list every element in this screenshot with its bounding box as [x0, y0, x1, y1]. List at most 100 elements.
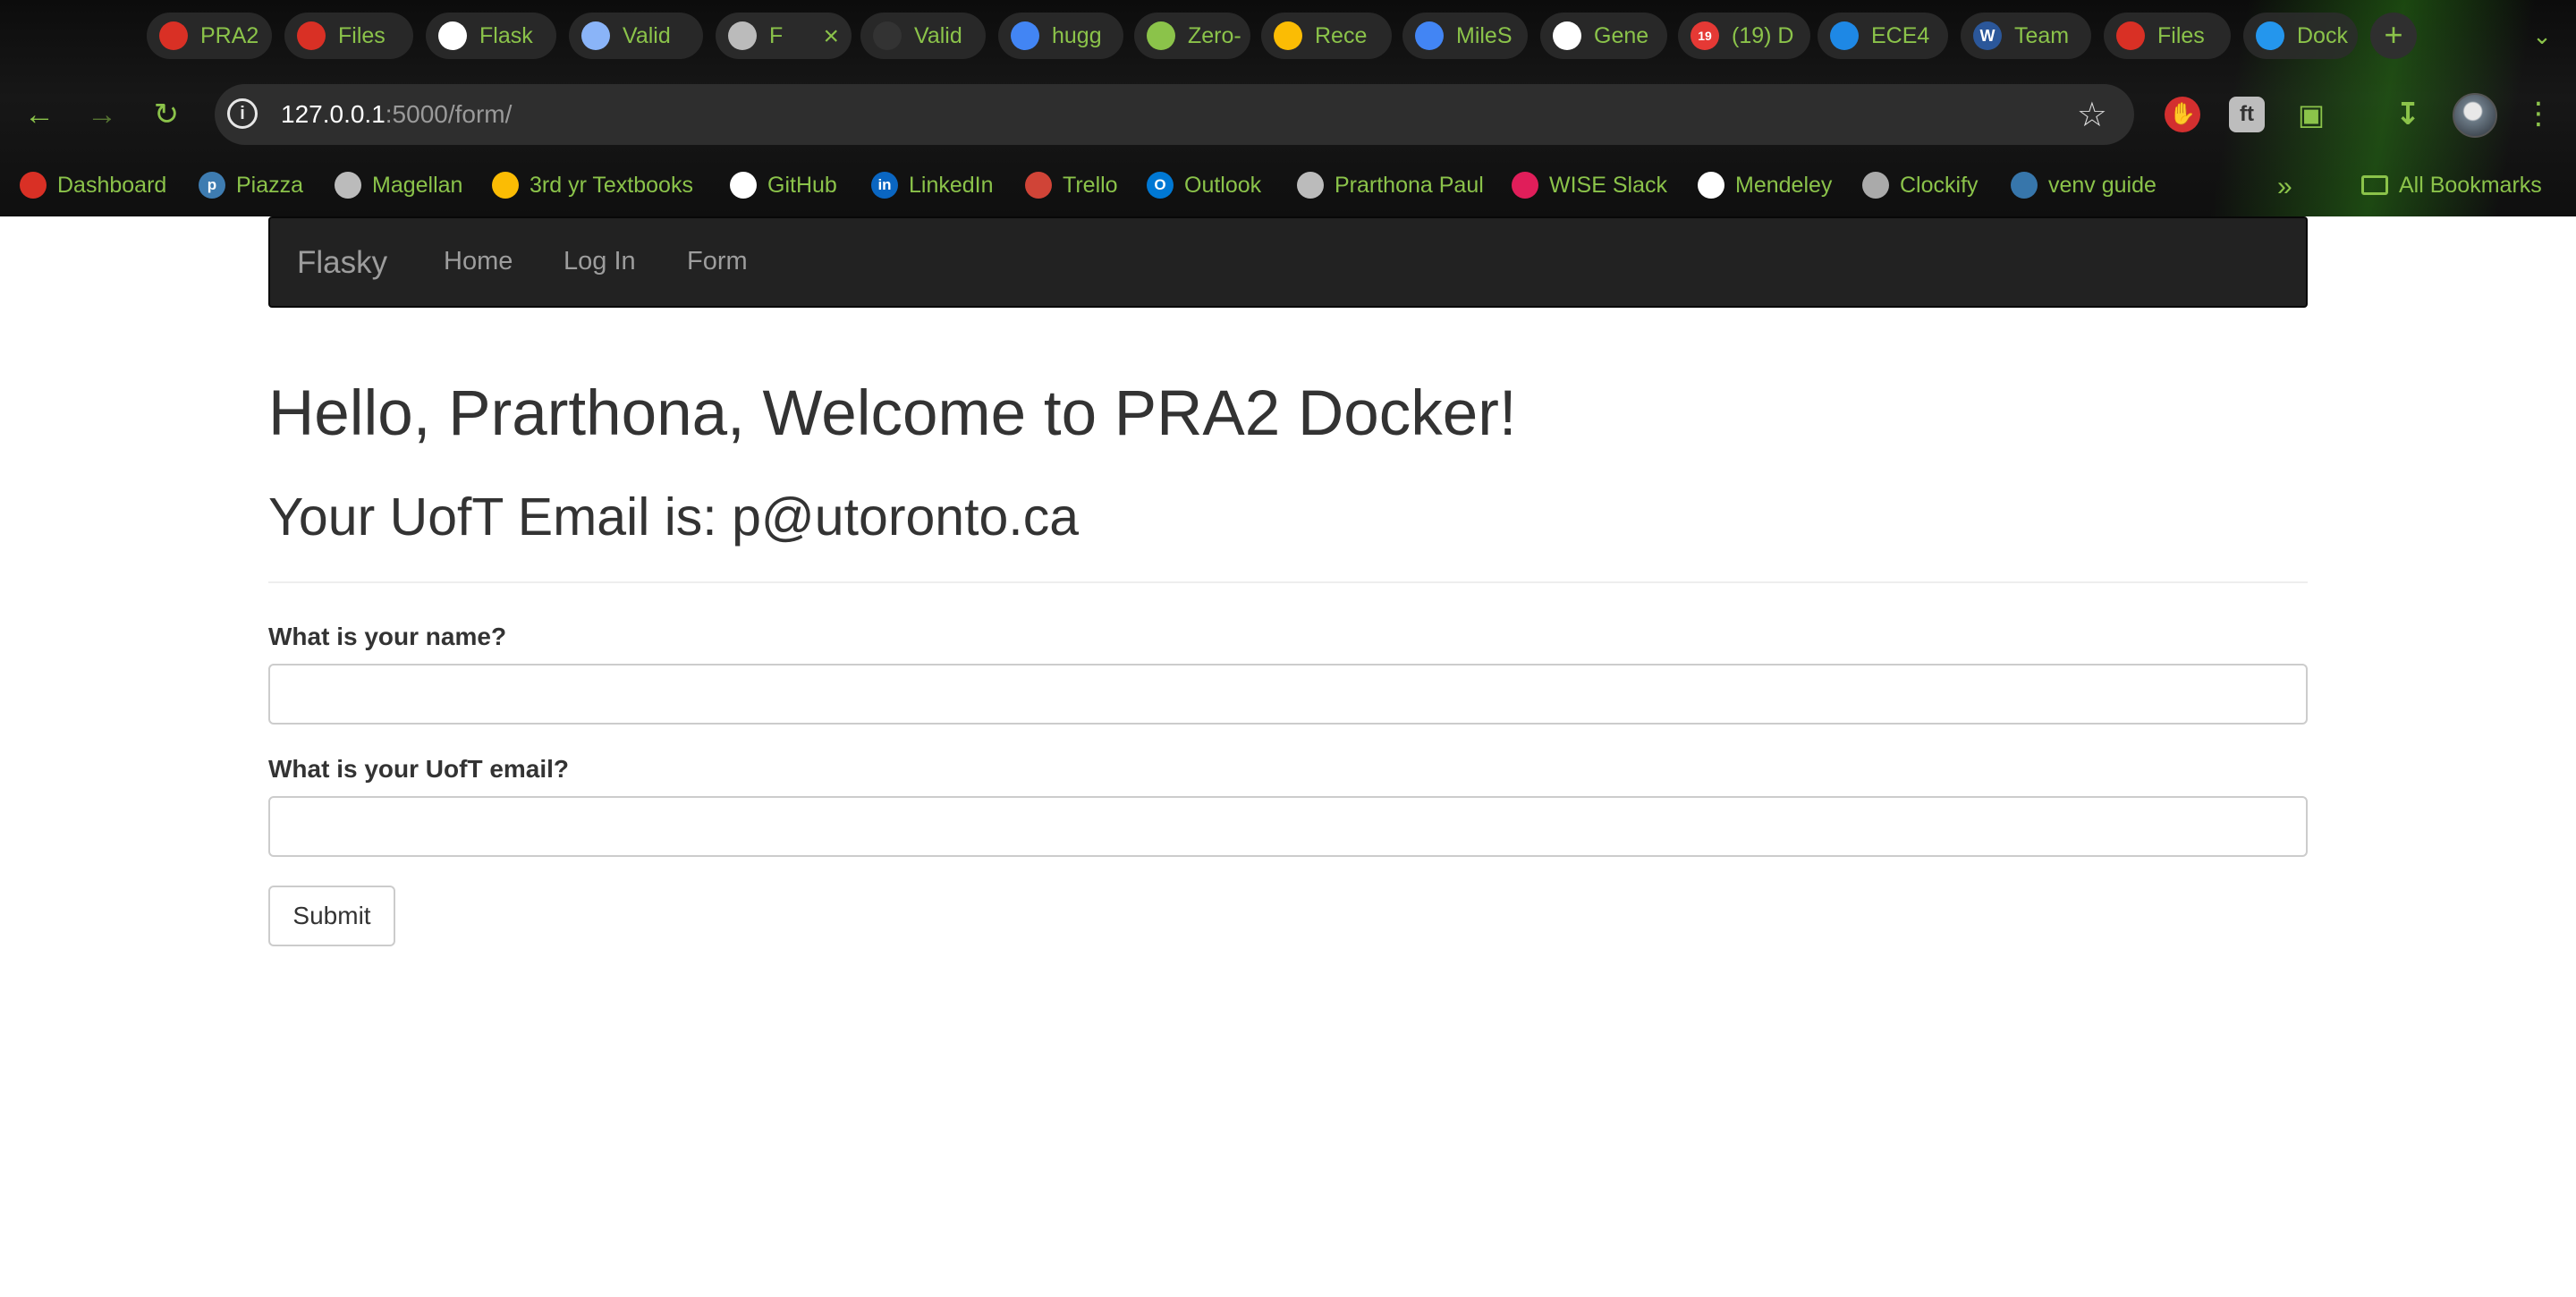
browser-tab[interactable]: Rece: [1261, 13, 1392, 59]
browser-tab[interactable]: Gene: [1540, 13, 1667, 59]
new-tab-button[interactable]: +: [2370, 13, 2417, 59]
bookmark-item[interactable]: O Outlook: [1147, 168, 1261, 202]
bookmark-label: Dashboard: [57, 172, 167, 198]
tab-title: ECE4: [1871, 22, 1930, 48]
nav-link-login[interactable]: Log In: [564, 247, 636, 276]
tab-title: Files: [2157, 22, 2205, 48]
browser-tab[interactable]: W Team: [1961, 13, 2091, 59]
bookmark-label: Mendeley: [1735, 172, 1833, 198]
divider: [268, 581, 2308, 583]
slack-icon: [1512, 172, 1538, 199]
bookmark-label: 3rd yr Textbooks: [530, 172, 693, 198]
browser-tab[interactable]: Files: [2104, 13, 2231, 59]
tab-strip: PRA2 Files Flask Valid F × Valid hugg Zero- Rece M…: [0, 0, 2576, 72]
bookmark-label: WISE Slack: [1549, 172, 1667, 198]
web-page: Flasky Home Log In Form Hello, Prarthona…: [0, 216, 2576, 1297]
bookmark-label: Piazza: [236, 172, 304, 198]
bookmark-item[interactable]: 3rd yr Textbooks: [492, 168, 693, 202]
url-host: 127.0.0.1: [281, 100, 386, 128]
tab-title: Team: [2014, 22, 2070, 48]
url-path: :5000/form/: [385, 100, 513, 128]
bookmark-item[interactable]: Trello: [1025, 168, 1118, 202]
bookmark-item[interactable]: Prarthona Paul: [1297, 168, 1484, 202]
bookmark-item[interactable]: Dashboard: [20, 168, 166, 202]
browser-tab[interactable]: Dock: [2243, 13, 2358, 59]
bookmark-item[interactable]: in LinkedIn: [871, 168, 994, 202]
bookmark-label: Prarthona Paul: [1335, 172, 1484, 198]
tab-title: (19) D: [1732, 22, 1794, 48]
uoft-crest-icon: [159, 21, 188, 50]
bookmark-star-icon[interactable]: ☆: [2077, 95, 2107, 135]
bookmark-label: venv guide: [2048, 172, 2157, 198]
name-input[interactable]: [268, 664, 2308, 725]
submit-button[interactable]: Submit: [268, 886, 395, 946]
extension-icon[interactable]: ft: [2229, 97, 2265, 132]
globe-icon: [728, 21, 757, 50]
docker-icon: [2256, 21, 2284, 50]
github-icon: [730, 172, 757, 199]
bookmark-item[interactable]: venv guide: [2011, 168, 2157, 202]
bookmarks-bar: » All Bookmarks Dashboard p Piazza Magellan…: [0, 165, 2576, 206]
browser-tab[interactable]: Zero-: [1134, 13, 1250, 59]
browser-tab[interactable]: Flask: [426, 13, 556, 59]
bookmark-item[interactable]: Clockify: [1862, 168, 1979, 202]
browser-tab[interactable]: Valid: [569, 13, 703, 59]
dark-favicon-icon: [873, 21, 902, 50]
browser-tab[interactable]: hugg: [998, 13, 1123, 59]
email-input[interactable]: [268, 796, 2308, 857]
tab-title: Dock: [2297, 22, 2348, 48]
bookmark-item[interactable]: WISE Slack: [1512, 168, 1667, 202]
bookmark-label: GitHub: [767, 172, 837, 198]
site-navbar: Flasky Home Log In Form: [268, 216, 2308, 308]
notification-badge-icon: 19: [1690, 21, 1719, 50]
uoft-crest-icon: [2116, 21, 2145, 50]
python-icon: [2011, 172, 2038, 199]
extensions-puzzle-icon[interactable]: ▣: [2293, 97, 2329, 132]
browser-tab[interactable]: F ×: [716, 13, 852, 59]
back-arrow-icon[interactable]: ←: [20, 95, 59, 134]
more-bookmarks-icon[interactable]: »: [2277, 172, 2292, 202]
google-docs-icon: [1415, 21, 1444, 50]
folder-icon: [2361, 175, 2388, 195]
tab-search-icon[interactable]: ⌄: [2522, 13, 2562, 59]
forward-arrow-icon[interactable]: →: [82, 95, 122, 134]
bookmark-label: LinkedIn: [909, 172, 994, 198]
adblock-extension-icon[interactable]: ✋: [2165, 97, 2200, 132]
google-drive-icon: [492, 172, 519, 199]
browser-tab[interactable]: PRA2: [147, 13, 272, 59]
outlook-icon: O: [1147, 172, 1174, 199]
tab-title: Zero-: [1188, 22, 1241, 48]
bookmark-item[interactable]: GitHub: [730, 168, 837, 202]
browser-tab[interactable]: MileS: [1402, 13, 1528, 59]
navbar-brand[interactable]: Flasky: [297, 245, 387, 281]
tab-title: F: [769, 22, 784, 48]
tab-title: Flask: [479, 22, 533, 48]
profile-avatar[interactable]: [2453, 93, 2497, 138]
bookmark-label: Clockify: [1900, 172, 1979, 198]
globe-icon: [1297, 172, 1324, 199]
tab-title: MileS: [1456, 22, 1513, 48]
browser-tab[interactable]: Valid: [860, 13, 986, 59]
close-tab-icon[interactable]: ×: [823, 21, 839, 52]
bookmark-item[interactable]: Magellan: [335, 168, 462, 202]
nav-link-form[interactable]: Form: [687, 247, 748, 276]
url-text[interactable]: 127.0.0.1:5000/form/: [281, 100, 512, 129]
download-icon[interactable]: ↧: [2390, 97, 2426, 132]
nav-link-home[interactable]: Home: [444, 247, 513, 276]
bookmark-label: Outlook: [1184, 172, 1262, 198]
google-icon: [1011, 21, 1039, 50]
browser-tab[interactable]: 19 (19) D: [1678, 13, 1810, 59]
browser-tab[interactable]: ECE4: [1818, 13, 1948, 59]
browser-tab[interactable]: Files: [284, 13, 413, 59]
page-heading: Hello, Prarthona, Welcome to PRA2 Docker…: [268, 378, 1517, 449]
reload-icon[interactable]: ↻: [147, 95, 186, 134]
github-icon: [1553, 21, 1581, 50]
browser-toolbar: ← → ↻ i 127.0.0.1:5000/form/ ☆ ✋ ft ▣ ↧ …: [0, 82, 2576, 147]
more-menu-icon[interactable]: ⋮: [2522, 93, 2555, 134]
all-bookmarks-folder[interactable]: All Bookmarks: [2361, 168, 2542, 202]
onedrive-icon: [1830, 21, 1859, 50]
site-info-icon[interactable]: i: [227, 98, 258, 129]
bookmark-item[interactable]: Mendeley: [1698, 168, 1832, 202]
bookmark-item[interactable]: p Piazza: [199, 168, 303, 202]
address-bar[interactable]: i 127.0.0.1:5000/form/ ☆: [215, 84, 2134, 145]
